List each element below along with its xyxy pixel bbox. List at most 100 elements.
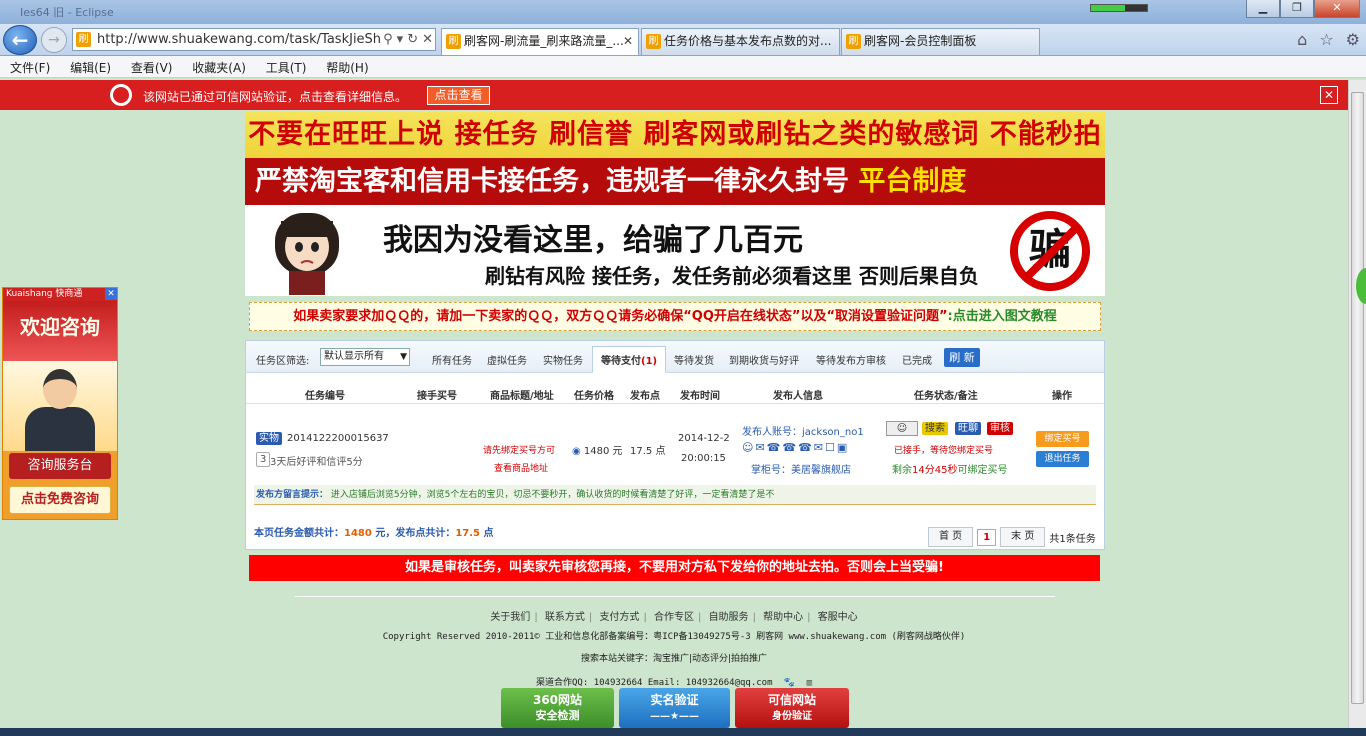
view-details-button[interactable]: 点击查看 bbox=[427, 86, 490, 105]
crying-girl-icon bbox=[275, 213, 339, 295]
footer-link-partners[interactable]: 合作专区 bbox=[654, 612, 694, 623]
badge-360-security[interactable]: 360网站 安全检测 bbox=[501, 688, 614, 728]
warning-banner-2: 严禁淘宝客和信用卡接任务，违规者一律永久封号 平台制度 bbox=[245, 158, 1105, 205]
baidu-paw-icon[interactable]: 🐾 bbox=[784, 678, 795, 688]
address-bar[interactable]: 刷 http://www.shuakewang.com/task/TaskJie… bbox=[72, 28, 436, 51]
home-icon[interactable]: ⌂ bbox=[1297, 30, 1307, 49]
first-page-button[interactable]: 首 页 bbox=[928, 527, 974, 547]
banner-3-headline: 我因为没看这里，给骗了几百元 bbox=[383, 223, 803, 258]
table-row: 实物 2014122200015637 3 3天后好评和信评5分 请先绑定买号方… bbox=[254, 411, 1096, 479]
vertical-scrollbar[interactable] bbox=[1348, 80, 1366, 736]
refresh-button[interactable]: 刷 新 bbox=[944, 348, 980, 367]
current-page[interactable]: 1 bbox=[977, 528, 997, 546]
tab-physical-tasks[interactable]: 实物任务 bbox=[543, 352, 583, 367]
status-line2: 剩余14分45秒可绑定买号 bbox=[892, 461, 1007, 476]
footer-link-about[interactable]: 关于我们 bbox=[490, 612, 530, 623]
audit-warning-banner: 如果是审核任务，叫卖家先审核您再接，不要用对方私下发给你的地址去拍。否则会上当受… bbox=[249, 555, 1100, 581]
totals-mid: 元，发布点共计： bbox=[375, 528, 456, 539]
consult-side-ad[interactable]: Kuaishang 快商通 ✕ 欢迎咨询 咨询服务台 点击免费咨询 bbox=[2, 287, 118, 520]
tab-label: 任务价格与基本发布点数的对... bbox=[664, 34, 832, 48]
forward-button[interactable]: → bbox=[41, 27, 67, 53]
page-totals: 本页任务金额共计：1480 元，发布点共计：17.5 点 bbox=[254, 524, 494, 539]
search-icon[interactable]: ⚲ bbox=[383, 29, 393, 50]
footer-link-help[interactable]: 帮助中心 bbox=[763, 612, 803, 623]
tab-receipt-review[interactable]: 到期收货与好评 bbox=[729, 352, 799, 367]
badge-realname-line2: ——★—— bbox=[650, 711, 699, 722]
menu-file[interactable]: 文件(F) bbox=[2, 56, 58, 79]
footer-link-contact[interactable]: 联系方式 bbox=[545, 612, 585, 623]
tag-audit: 审核 bbox=[987, 422, 1013, 435]
close-bar-icon[interactable]: ✕ bbox=[1320, 86, 1338, 104]
badge-trusted-line2: 身份验证 bbox=[772, 711, 812, 722]
tab-awaiting-payment-count: (1) bbox=[641, 356, 658, 367]
footer-link-support[interactable]: 客服中心 bbox=[818, 612, 858, 623]
copyright: Copyright Reserved 2010-2011© 工业和信息化部备案编… bbox=[382, 632, 966, 642]
tutorial-link[interactable]: :点击进入图文教程 bbox=[948, 309, 1057, 324]
scroll-thumb[interactable] bbox=[1351, 92, 1364, 704]
hint-text: 进入店铺后浏览5分钟，浏览5个左右的宝贝，切忌不要秒开，确认收货的时候看清楚了好… bbox=[330, 490, 775, 500]
tab-task-price[interactable]: 刷 任务价格与基本发布点数的对... bbox=[641, 28, 840, 55]
hint-label: 发布方留言提示： bbox=[256, 490, 329, 500]
footer-link-payment[interactable]: 支付方式 bbox=[599, 612, 639, 623]
publisher-account: 发布人账号：jackson_no1 bbox=[742, 427, 864, 438]
badge-trusted-site[interactable]: 可信网站 身份验证 bbox=[735, 688, 849, 728]
pagination: 首 页 1 末 页 共1条任务 bbox=[928, 527, 1096, 547]
publisher-icons: ☺✉☎☎☎✉☐▣ bbox=[742, 441, 850, 454]
qq-notice[interactable]: 如果卖家要求加ＱＱ的，请加一下卖家的ＱＱ，双方ＱＱ请务必确保“QQ开启在线状态”… bbox=[249, 302, 1101, 331]
tab-member-panel[interactable]: 刷 刷客网-会员控制面板 bbox=[841, 28, 1040, 55]
badge-realname-verified[interactable]: 实名验证 ——★—— bbox=[619, 688, 730, 728]
menu-view[interactable]: 查看(V) bbox=[123, 56, 181, 79]
tab-awaiting-audit[interactable]: 等待发布方审核 bbox=[816, 352, 886, 367]
tab-awaiting-payment[interactable]: 等待支付(1) bbox=[592, 346, 667, 373]
table-header: 任务编号 接手买号 商品标题/地址 任务价格 发布点 发布时间 发布人信息 任务… bbox=[246, 374, 1104, 404]
quit-task-button[interactable]: 退出任务 bbox=[1036, 451, 1089, 467]
menu-favorites[interactable]: 收藏夹(A) bbox=[184, 56, 254, 79]
os-taskbar[interactable] bbox=[0, 728, 1366, 736]
filter-select[interactable]: 默认显示所有 bbox=[320, 348, 410, 366]
refresh-icon[interactable]: ↻ bbox=[407, 29, 418, 50]
status-prefix: 剩余 bbox=[892, 465, 912, 476]
tab-awaiting-shipment[interactable]: 等待发货 bbox=[674, 352, 714, 367]
footer-links: 关于我们 | 联系方式 | 支付方式 | 合作专区 | 自助服务 | 帮助中心 | 客服中心 bbox=[490, 612, 858, 623]
ad-brand: Kuaishang 快商通 ✕ bbox=[3, 288, 117, 301]
trust-seal-icon bbox=[110, 84, 132, 106]
contact-info: 渠道合作QQ: 104932664 Email: 104932664@qq.co… bbox=[0, 675, 1348, 688]
price-icon: ◉ bbox=[572, 446, 581, 457]
tab-close-icon[interactable]: ✕ bbox=[623, 29, 633, 54]
tab-all-tasks[interactable]: 所有任务 bbox=[432, 352, 472, 367]
shop-name: 掌柜号：美居馨旗舰店 bbox=[751, 465, 851, 476]
menu-edit[interactable]: 编辑(E) bbox=[62, 56, 119, 79]
buyer-avatar-icon: ☺ bbox=[886, 421, 918, 436]
col-publisher: 发布人信息 bbox=[773, 391, 823, 402]
tab-favicon-icon: 刷 bbox=[846, 34, 861, 49]
totals-points: 17.5 bbox=[455, 528, 481, 539]
tab-shuake-traffic[interactable]: 刷 刷客网-刷流量_刷来路流量_... ✕ bbox=[441, 28, 639, 55]
qq-notice-text: 如果卖家要求加ＱＱ的，请加一下卖家的ＱＱ，双方ＱＱ请务必确保“QQ开启在线状态”… bbox=[293, 309, 948, 324]
dropdown-icon[interactable]: ▾ bbox=[397, 29, 404, 50]
task-id[interactable]: 2014122200015637 bbox=[287, 433, 389, 444]
ad-operator-image bbox=[3, 361, 117, 451]
free-consult-button[interactable]: 点击免费咨询 bbox=[9, 486, 111, 514]
task-price-value: 1480 元 bbox=[583, 446, 623, 457]
close-window-button[interactable]: ✕ bbox=[1314, 0, 1360, 18]
bind-buyer-button[interactable]: 绑定买号 bbox=[1036, 431, 1089, 447]
consult-desk-button[interactable]: 咨询服务台 bbox=[9, 453, 111, 479]
col-status: 任务状态/备注 bbox=[914, 391, 978, 402]
tab-virtual-tasks[interactable]: 虚拟任务 bbox=[487, 352, 527, 367]
last-page-button[interactable]: 末 页 bbox=[1000, 527, 1046, 547]
ad-headline: 欢迎咨询 bbox=[3, 301, 117, 361]
settings-gear-icon[interactable]: ⚙ bbox=[1346, 30, 1360, 49]
menu-help[interactable]: 帮助(H) bbox=[318, 56, 376, 79]
maximize-button[interactable]: ❐ bbox=[1280, 0, 1314, 18]
minimize-button[interactable]: ▁ bbox=[1246, 0, 1280, 18]
stop-icon[interactable]: ✕ bbox=[422, 29, 433, 50]
favorites-star-icon[interactable]: ☆ bbox=[1319, 30, 1333, 49]
warning-banner-3[interactable]: 我因为没看这里，给骗了几百元 刷钻有风险 接任务，发任务前必须看这里 否则后果自… bbox=[245, 205, 1105, 296]
stats-chart-icon[interactable]: ▥ bbox=[807, 678, 812, 688]
tab-label: 刷客网-会员控制面板 bbox=[864, 34, 977, 48]
footer-link-self-service[interactable]: 自助服务 bbox=[709, 612, 749, 623]
menu-tools[interactable]: 工具(T) bbox=[258, 56, 315, 79]
ad-close-icon[interactable]: ✕ bbox=[105, 288, 117, 300]
tab-completed[interactable]: 已完成 bbox=[902, 352, 932, 367]
back-button[interactable]: ← bbox=[3, 25, 37, 55]
